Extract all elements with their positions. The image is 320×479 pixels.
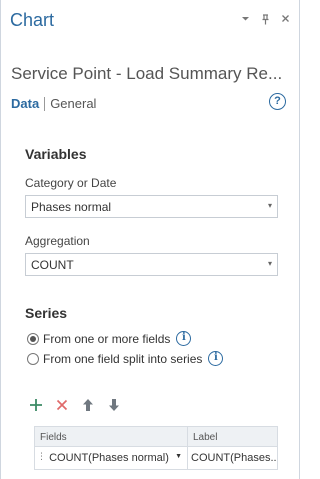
table-row[interactable]: ⋮ COUNT(Phases normal) ▼ COUNT(Phases... <box>35 447 277 469</box>
add-icon[interactable] <box>28 396 44 414</box>
remove-icon[interactable] <box>54 396 70 414</box>
column-header-fields[interactable]: Fields <box>35 427 188 446</box>
info-icon[interactable]: i <box>208 351 224 366</box>
move-down-icon[interactable] <box>106 396 122 414</box>
field-value: COUNT(Phases normal) <box>49 452 169 464</box>
series-option-split[interactable]: From one field split into series i <box>27 351 224 366</box>
series-option-fields-label: From one or more fields <box>43 331 171 346</box>
info-icon[interactable]: i <box>176 331 192 346</box>
label-cell[interactable]: COUNT(Phases... <box>188 447 277 469</box>
chevron-down-icon[interactable]: ▼ <box>175 453 182 460</box>
radio-button-selected[interactable] <box>27 332 39 345</box>
series-option-split-label: From one field split into series <box>43 351 203 366</box>
help-icon[interactable]: ? <box>269 93 286 110</box>
chevron-down-icon: ▾ <box>267 259 272 268</box>
category-label: Category or Date <box>25 176 117 190</box>
category-select[interactable]: Phases normal ▾ <box>25 195 278 218</box>
tab-strip: Data General <box>11 96 96 111</box>
series-fields-grid: Fields Label ⋮ COUNT(Phases normal) ▼ CO… <box>34 426 278 470</box>
category-value: Phases normal <box>31 200 112 214</box>
series-heading: Series <box>25 305 68 321</box>
tab-separator <box>44 96 46 111</box>
chart-name: Service Point - Load Summary Re... <box>11 64 283 83</box>
chevron-down-icon: ▾ <box>267 201 272 210</box>
radio-button[interactable] <box>27 352 39 365</box>
aggregation-select[interactable]: COUNT ▾ <box>25 253 278 276</box>
aggregation-value: COUNT <box>31 258 74 272</box>
field-cell[interactable]: ⋮ COUNT(Phases normal) ▼ <box>35 447 188 469</box>
chart-pane: Chart Service Point - Load Summary Re...… <box>0 0 300 479</box>
column-header-label[interactable]: Label <box>188 427 277 446</box>
pane-titlebar: Chart <box>1 0 299 40</box>
tab-general[interactable]: General <box>50 96 96 111</box>
pane-menu-icon[interactable] <box>240 14 251 28</box>
variables-heading: Variables <box>25 146 87 162</box>
pane-controls <box>240 14 291 28</box>
pin-icon[interactable] <box>260 14 271 28</box>
close-icon[interactable] <box>280 14 291 28</box>
grid-header: Fields Label <box>35 427 277 447</box>
pane-title: Chart <box>10 10 55 30</box>
tab-data[interactable]: Data <box>11 96 39 111</box>
series-toolbar <box>28 396 122 414</box>
move-up-icon[interactable] <box>80 396 96 414</box>
aggregation-label: Aggregation <box>25 234 90 248</box>
drag-handle-icon[interactable]: ⋮ <box>37 452 46 461</box>
series-option-fields[interactable]: From one or more fields i <box>27 331 192 346</box>
